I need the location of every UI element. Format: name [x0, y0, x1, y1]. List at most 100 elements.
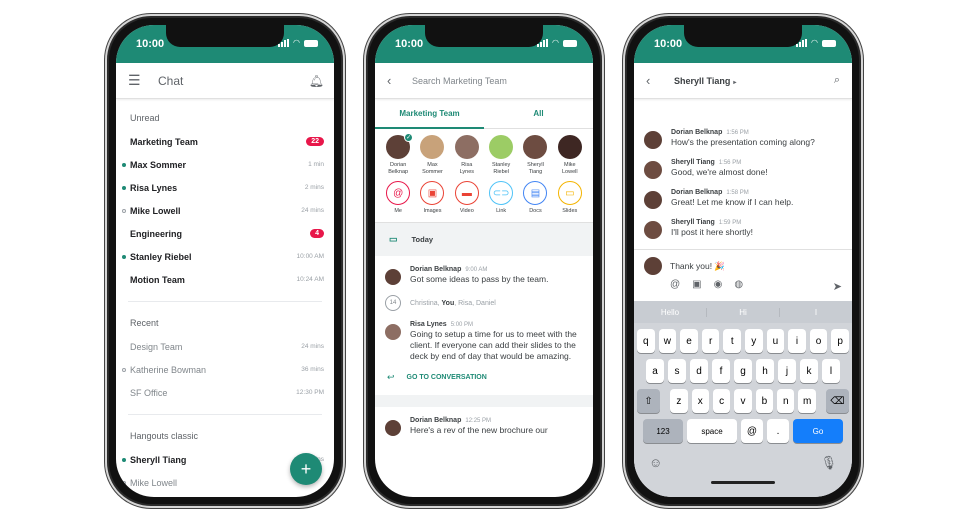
key-v[interactable]: v [734, 389, 752, 413]
key-r[interactable]: r [701, 329, 720, 353]
member-name: Max Sommer [422, 162, 443, 175]
attach-slides-button[interactable]: ▭ Slides [555, 181, 585, 214]
key-j[interactable]: j [778, 359, 796, 383]
key-n[interactable]: n [777, 389, 795, 413]
tab-all[interactable]: All [484, 99, 593, 128]
numbers-key[interactable]: 123 [643, 419, 683, 443]
hamburger-menu-icon[interactable]: ☰ [128, 72, 141, 89]
attach-video-button[interactable]: ▬ Video [452, 181, 482, 214]
key-h[interactable]: h [756, 359, 774, 383]
wifi-icon: ◠ [293, 38, 300, 47]
key-s[interactable]: s [668, 359, 686, 383]
key-t[interactable]: t [723, 329, 741, 353]
key-o[interactable]: o [809, 329, 828, 353]
message-input[interactable]: Thank you! 🎉 [670, 261, 725, 272]
notch [425, 25, 543, 47]
key-i[interactable]: i [788, 329, 806, 353]
suggestion[interactable]: Hi [707, 307, 780, 317]
attach-label: Video [459, 208, 474, 214]
key-k[interactable]: k [800, 359, 818, 383]
member-stanley[interactable]: Stanley Riebel [486, 135, 516, 176]
send-icon[interactable]: ➤ [833, 280, 842, 293]
unread-badge: 4 [310, 229, 324, 238]
dot-key[interactable]: . [767, 419, 789, 443]
back-arrow-icon[interactable]: ‹ [387, 73, 391, 88]
key-b[interactable]: b [755, 389, 774, 413]
attach-link-button[interactable]: ⊂⊃ Link [486, 181, 516, 214]
attach-images-button[interactable]: ▣ Images [417, 181, 447, 214]
backspace-key[interactable]: ⌫ [825, 389, 849, 413]
message-text: Here's a rev of the new brochure our [410, 425, 548, 435]
attach-me-button[interactable]: @ Me [383, 181, 413, 214]
shift-key[interactable]: ⇧ [637, 389, 661, 413]
key-q[interactable]: q [637, 329, 655, 353]
replies-summary[interactable]: 14 Christina, You, Risa, Daniel [375, 285, 593, 311]
chat-list-item[interactable]: Engineering 4 [116, 222, 334, 245]
key-x[interactable]: x [691, 389, 709, 413]
chat-list-item[interactable]: Marketing Team 22 [116, 130, 334, 153]
author: Sheryll Tiang [671, 159, 715, 166]
video-icon: ▬ [454, 181, 479, 205]
key-f[interactable]: f [712, 359, 730, 383]
key-p[interactable]: p [831, 329, 849, 353]
chat-list-item[interactable]: Stanley Riebel 10:00 AM [116, 245, 334, 268]
chat-list-item[interactable]: Mike Lowell 24 mins [116, 199, 334, 222]
member-dorian[interactable]: ✓ Dorian Belknap [383, 133, 414, 176]
wifi-icon: ◠ [552, 38, 559, 47]
member-risa[interactable]: Risa Lynes [452, 135, 482, 176]
key-l[interactable]: l [822, 359, 840, 383]
chat-list-item[interactable]: Design Team 24 mins [116, 335, 334, 358]
chat-list-item[interactable]: Jerry Grant9:00 AM [116, 494, 334, 497]
thread-message: Dorian Belknap 9:00 AM Got some ideas to … [375, 256, 593, 285]
chat-list-item[interactable]: Katherine Bowman 36 mins [116, 358, 334, 381]
avatar [385, 420, 401, 436]
at-key[interactable]: @ [741, 419, 763, 443]
go-to-conversation-link[interactable]: ↩ GO TO CONVERSATION [375, 362, 593, 383]
compose-area: Thank you! 🎉 @ ▣ ◉ ◍ ➤ [634, 249, 852, 301]
chat-list-item[interactable]: Max Sommer 1 min [116, 153, 334, 176]
search-input[interactable]: Search Marketing Team [412, 76, 507, 86]
image-icon[interactable]: ▣ [692, 279, 701, 290]
reply-count: 14 [385, 295, 401, 311]
message-text: How's the presentation coming along? [671, 137, 815, 147]
chat-list-item[interactable]: SF Office 12:30 PM [116, 381, 334, 404]
chat-list-item[interactable]: Motion Team 10:24 AM [116, 268, 334, 291]
key-m[interactable]: m [798, 389, 816, 413]
microphone-icon[interactable]: 🎙︎ [820, 455, 837, 471]
key-c[interactable]: c [712, 389, 731, 413]
back-arrow-icon[interactable]: ‹ [646, 73, 650, 88]
member-max[interactable]: Max Sommer [417, 135, 447, 176]
key-y[interactable]: y [745, 329, 763, 353]
key-e[interactable]: e [680, 329, 698, 353]
attach-docs-button[interactable]: ▤ Docs [520, 181, 550, 214]
screen: 10:00 ◠ ☰ Chat 🔔︎ Unread Marketing Team 22… [116, 25, 334, 497]
bell-icon[interactable]: 🔔︎ [309, 74, 324, 88]
conversation-title[interactable]: Sheryll Tiang ▸ [674, 76, 736, 86]
key-u[interactable]: u [766, 329, 785, 353]
suggestion[interactable]: I [780, 308, 852, 317]
emoji-icon[interactable]: ☺ [649, 455, 662, 471]
camera-icon[interactable]: ◉ [714, 279, 723, 290]
key-g[interactable]: g [734, 359, 752, 383]
attach-label: Images [423, 208, 442, 214]
mention-icon[interactable]: @ [670, 279, 680, 290]
new-chat-fab-button[interactable]: + [290, 453, 322, 485]
chat-list-item[interactable]: Risa Lynes 2 mins [116, 176, 334, 199]
key-d[interactable]: d [690, 359, 708, 383]
space-key[interactable]: space [687, 419, 737, 443]
suggestion[interactable]: Hello [634, 307, 707, 317]
key-w[interactable]: w [658, 329, 677, 353]
key-z[interactable]: z [670, 389, 688, 413]
member-sheryll[interactable]: Sheryll Tiang [520, 135, 550, 176]
timestamp: 9:00 AM [465, 267, 488, 273]
key-a[interactable]: a [646, 359, 664, 383]
chat-name: Risa Lynes [130, 182, 178, 193]
member-mike[interactable]: Mike Lowell [555, 135, 585, 176]
avatar [489, 135, 514, 159]
meet-icon[interactable]: ◍ [734, 279, 743, 290]
tab-marketing-team[interactable]: Marketing Team [375, 99, 484, 129]
search-icon[interactable]: ⌕ [834, 74, 840, 87]
go-key[interactable]: Go [793, 419, 843, 443]
status-time: 10:00 [395, 38, 424, 50]
at-icon: @ [386, 181, 411, 205]
